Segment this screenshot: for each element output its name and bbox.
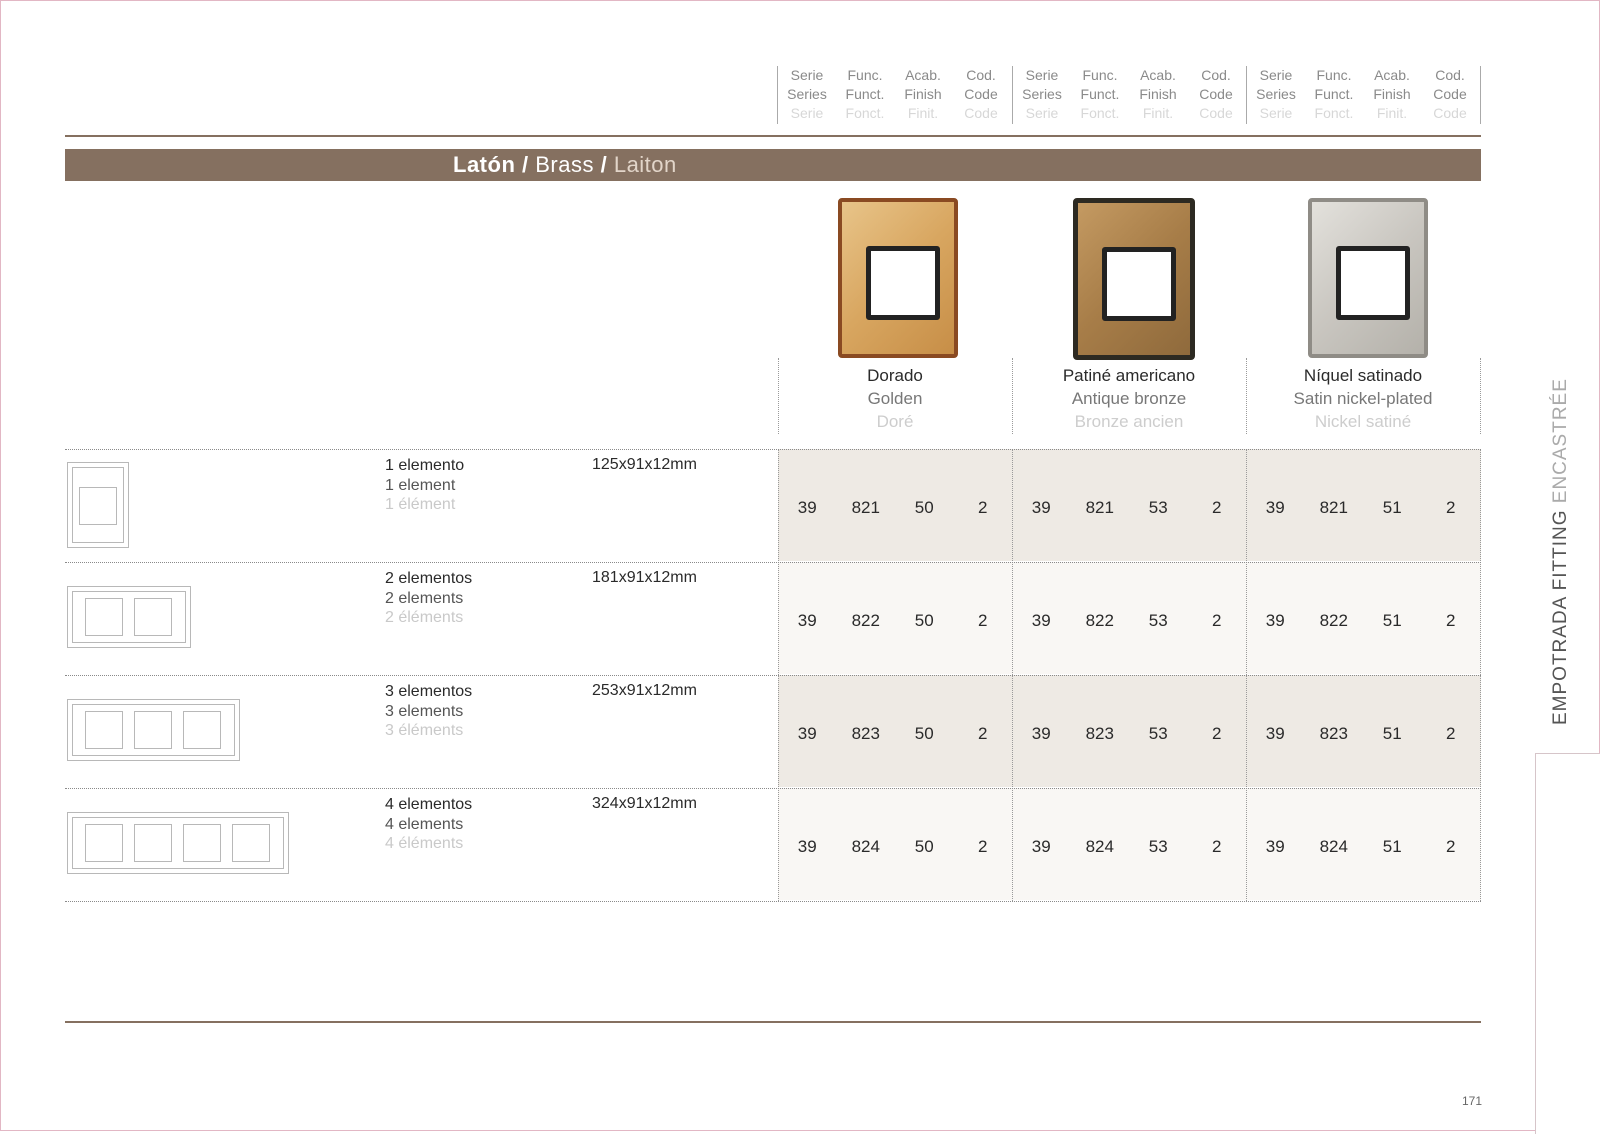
code-cell: 39 824 53 2 [1031, 837, 1222, 856]
row-divider [65, 562, 1481, 563]
header-group-3: Serie Series Serie Func. Funct. Fonct. Acab.… [1246, 66, 1480, 124]
code-cell: 39 823 53 2 [1031, 724, 1222, 743]
top-rule [65, 135, 1481, 137]
dimensions: 125x91x12mm [592, 456, 697, 473]
code-cell: 39 822 51 2 [1265, 611, 1456, 630]
header-serie: Serie Series Serie [1256, 67, 1296, 121]
row-divider [65, 449, 1481, 450]
code-cell: 39 822 50 2 [797, 611, 988, 630]
header-serie: Serie Series Serie [787, 67, 827, 121]
element-name: 3 elementos 3 elements 3 éléments [385, 683, 473, 739]
code-cell: 39 822 53 2 [1031, 611, 1222, 630]
plate-image-golden [838, 198, 958, 358]
element-name: 2 elementos 2 elements 2 éléments [385, 570, 473, 626]
element-name: 4 elementos 4 elements 4 éléments [385, 796, 473, 852]
code-cell: 39 824 50 2 [797, 837, 988, 856]
code-cell: 39 824 51 2 [1265, 837, 1456, 856]
header-cod: Cod. Code Code [1199, 67, 1233, 121]
finish-label-golden: Dorado Golden Doré [867, 366, 923, 431]
code-cell: 39 821 53 2 [1031, 498, 1222, 517]
header-acab: Acab. Finish Finit. [1373, 67, 1411, 121]
section-band: Latón / Brass / Laiton [65, 149, 1481, 181]
element-name: 1 elemento 1 element 1 élément [385, 457, 465, 513]
header-func: Func. Funct. Fonct. [845, 67, 885, 121]
four-gang-plate-icon [67, 812, 289, 874]
page-number: 171 [1462, 1094, 1483, 1108]
header-end-divider [1480, 66, 1481, 124]
row-divider [65, 788, 1481, 789]
dimensions: 324x91x12mm [592, 795, 697, 812]
header-group-1: Serie Series Serie Func. Funct. Fonct. Acab.… [777, 66, 1011, 124]
plate-image-antique-bronze [1073, 198, 1195, 360]
finish-label-satin-nickel: Níquel satinado Satin nickel-plated Nickel… [1293, 366, 1433, 431]
divider [1480, 358, 1481, 434]
three-gang-plate-icon [67, 699, 240, 761]
code-cell: 39 823 50 2 [797, 724, 988, 743]
header-serie: Serie Series Serie [1022, 67, 1062, 121]
header-cod: Cod. Code Code [1433, 67, 1467, 121]
side-tab-label: EMPOTRADA FITTING ENCASTRÉE [1550, 378, 1571, 725]
code-cell: 39 821 50 2 [797, 498, 988, 517]
row-divider [65, 675, 1481, 676]
dimensions: 253x91x12mm [592, 682, 697, 699]
two-gang-plate-icon [67, 586, 191, 648]
header-func: Func. Funct. Fonct. [1314, 67, 1354, 121]
header-acab: Acab. Finish Finit. [904, 67, 942, 121]
section-title: Latón / Brass / Laiton [453, 152, 677, 177]
finish-label-antique-bronze: Patiné americano Antique bronze Bronze anc… [1062, 366, 1196, 431]
dimensions: 181x91x12mm [592, 569, 697, 586]
bottom-rule [65, 1021, 1481, 1023]
plate-image-satin-nickel [1308, 198, 1428, 358]
code-cell: 39 823 51 2 [1265, 724, 1456, 743]
header-group-2: Serie Series Serie Func. Funct. Fonct. Acab.… [1012, 66, 1246, 124]
row-divider [65, 901, 1481, 902]
header-func: Func. Funct. Fonct. [1080, 67, 1120, 121]
one-gang-plate-icon [67, 462, 129, 548]
header-cod: Cod. Code Code [964, 67, 998, 121]
header-acab: Acab. Finish Finit. [1139, 67, 1177, 121]
code-cell: 39 821 51 2 [1265, 498, 1456, 517]
side-tab-panel [1535, 753, 1600, 1134]
